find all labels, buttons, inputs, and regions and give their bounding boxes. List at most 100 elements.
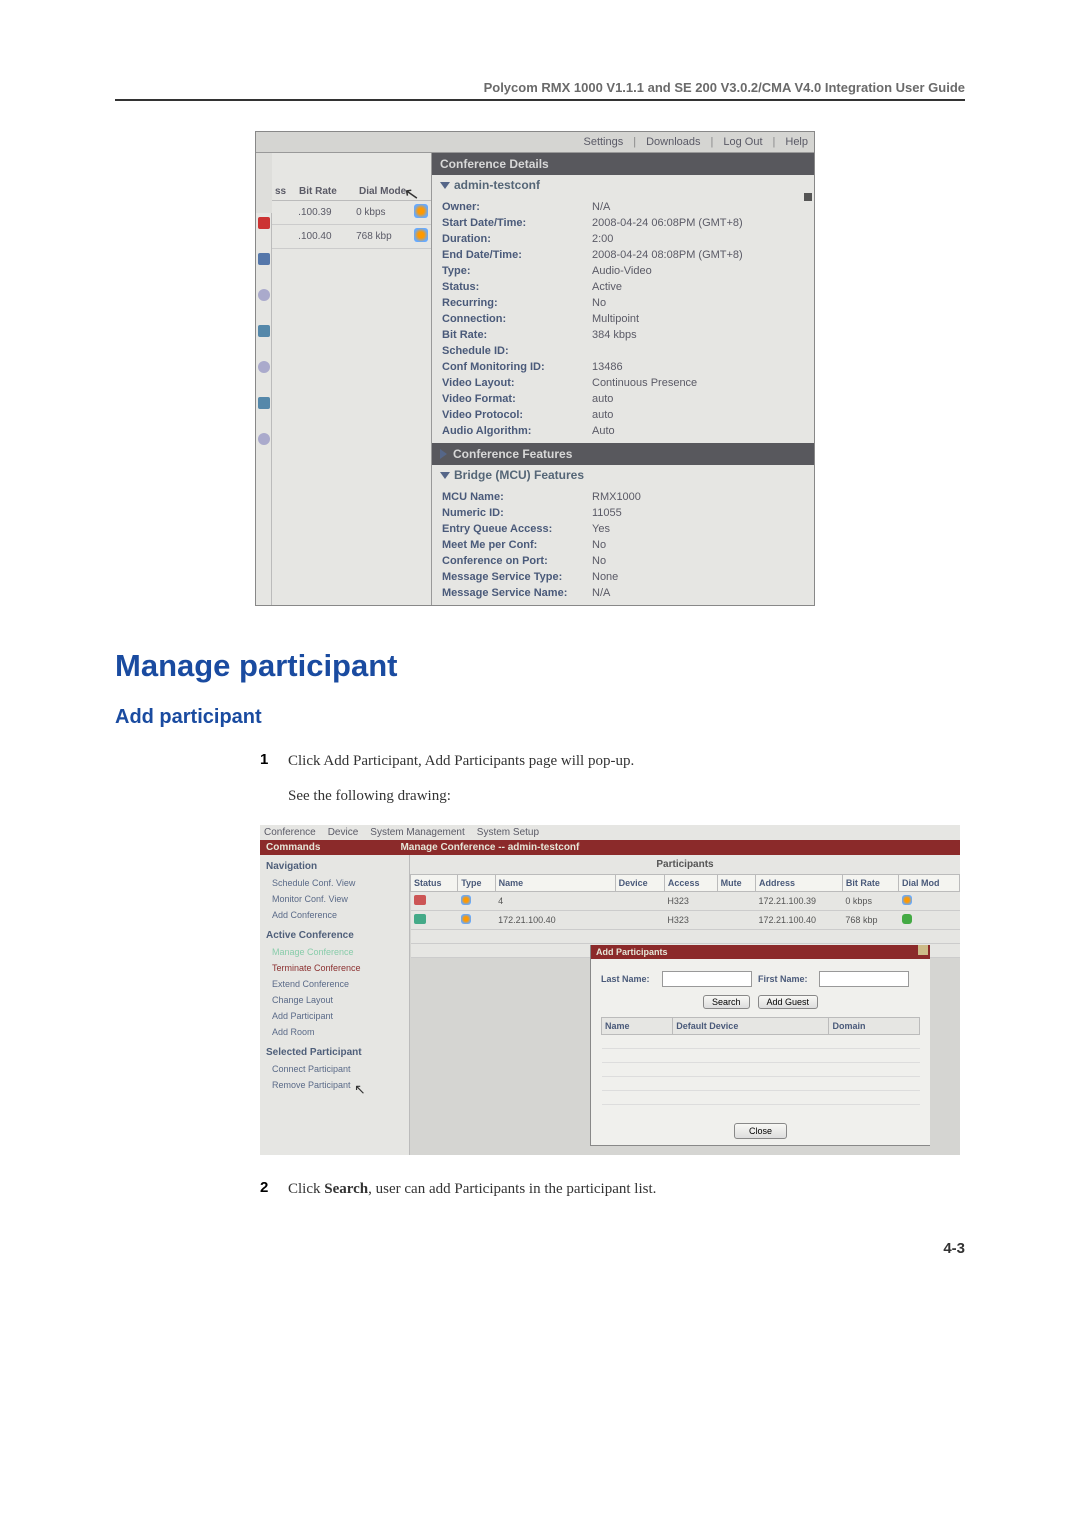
detail-label: Connection:: [442, 313, 592, 325]
help-link[interactable]: Help: [785, 136, 808, 148]
nav-add-participant[interactable]: Add Participant: [266, 1008, 403, 1024]
strip-icon[interactable]: [258, 433, 270, 445]
logout-link[interactable]: Log Out: [723, 136, 762, 148]
left-icon-strip: [256, 213, 272, 605]
strip-icon[interactable]: [258, 289, 270, 301]
conf-features-header[interactable]: Conference Features: [432, 443, 814, 465]
search-button[interactable]: Search: [703, 995, 750, 1009]
nav-connect-participant[interactable]: Connect Participant: [266, 1061, 403, 1077]
col-type[interactable]: Type: [458, 875, 495, 892]
tab-conference[interactable]: Conference: [264, 827, 316, 838]
cursor-icon: ↖: [354, 1081, 366, 1098]
left-grid-pane: ss Bit Rate Dial Mode .100.39 0 kbps .10…: [272, 153, 432, 605]
topbar-sep: |: [711, 136, 714, 148]
left-grid-row[interactable]: .100.40 768 kbp: [272, 225, 431, 249]
tab-system-management[interactable]: System Management: [370, 827, 465, 838]
detail-label: Video Layout:: [442, 377, 592, 389]
mcu-value: RMX1000: [592, 491, 804, 503]
nav-change-layout[interactable]: Change Layout: [266, 992, 403, 1008]
dial-icon: [902, 895, 912, 905]
detail-value: 2:00: [592, 233, 804, 245]
detail-value: auto: [592, 393, 804, 405]
nav-remove-participant[interactable]: Remove Participant: [266, 1077, 403, 1093]
mcu-header-row[interactable]: Bridge (MCU) Features: [432, 465, 814, 485]
dial-icon: [414, 204, 428, 218]
step-text: Click Add Participant, Add Participants …: [288, 751, 965, 772]
detail-row: Audio Algorithm:Auto: [432, 423, 814, 439]
screenshot-add-participants: Conference Device System Management Syst…: [260, 825, 960, 1155]
table-row[interactable]: 172.21.100.40 H323 172.21.100.40 768 kbp: [411, 911, 960, 930]
participants-header: Participants: [410, 855, 960, 874]
table-row[interactable]: 4 H323 172.21.100.39 0 kbps: [411, 892, 960, 911]
conf-details-header: Conference Details: [432, 153, 814, 175]
mcu-label: Message Service Name:: [442, 587, 592, 599]
add-guest-button[interactable]: Add Guest: [758, 995, 819, 1009]
detail-row: Status:Active: [432, 279, 814, 295]
popup-col-device[interactable]: Default Device: [673, 1018, 829, 1035]
detail-value: 2008-04-24 08:08PM (GMT+8): [592, 249, 804, 261]
nav-header: Navigation: [266, 858, 403, 875]
step-text-post: , user can add Participants in the parti…: [368, 1181, 656, 1197]
strip-icon[interactable]: [258, 217, 270, 229]
col-bitrate[interactable]: Bit Rate: [842, 875, 898, 892]
detail-row: Schedule ID:: [432, 343, 814, 359]
tab-device[interactable]: Device: [328, 827, 359, 838]
step-row: 2 Click Search, user can add Participant…: [260, 1179, 965, 1200]
close-button[interactable]: Close: [734, 1123, 787, 1139]
nav-manage-conf[interactable]: Manage Conference: [266, 944, 403, 960]
mcu-value: 11055: [592, 507, 804, 519]
strip-icon[interactable]: [258, 397, 270, 409]
popup-header: Add Participants: [591, 945, 930, 959]
detail-value: Auto: [592, 425, 804, 437]
detail-value: Active: [592, 281, 804, 293]
col-name[interactable]: Name: [495, 875, 615, 892]
redbar-title: Manage Conference -- admin-testconf: [400, 842, 579, 853]
settings-link[interactable]: Settings: [583, 136, 623, 148]
nav-add-room[interactable]: Add Room: [266, 1024, 403, 1040]
detail-row: Connection:Multipoint: [432, 311, 814, 327]
detail-value: 13486: [592, 361, 804, 373]
nav-schedule-conf[interactable]: Schedule Conf. View: [266, 875, 403, 891]
type-icon: [461, 895, 471, 905]
add-participants-popup: Add Participants Last Name: First Name: …: [590, 945, 930, 1146]
col-status[interactable]: Status: [411, 875, 458, 892]
col-mute[interactable]: Mute: [717, 875, 755, 892]
col-dialmode[interactable]: Dial Mod: [899, 875, 960, 892]
resize-icon[interactable]: [918, 945, 928, 955]
firstname-input[interactable]: [819, 971, 909, 987]
mcu-header-label: Bridge (MCU) Features: [454, 468, 584, 482]
detail-label: End Date/Time:: [442, 249, 592, 261]
nav-monitor-conf[interactable]: Monitor Conf. View: [266, 891, 403, 907]
col-device[interactable]: Device: [615, 875, 664, 892]
nav-add-conf[interactable]: Add Conference: [266, 907, 403, 923]
col-address[interactable]: Address: [755, 875, 842, 892]
mcu-detail-row: Entry Queue Access:Yes: [432, 521, 814, 537]
nav-terminate-conf[interactable]: Terminate Conference: [266, 960, 403, 976]
strip-icon[interactable]: [258, 253, 270, 265]
tab-system-setup[interactable]: System Setup: [477, 827, 539, 838]
cell-name: 4: [495, 892, 615, 911]
mcu-label: Numeric ID:: [442, 507, 592, 519]
strip-icon[interactable]: [258, 361, 270, 373]
downloads-link[interactable]: Downloads: [646, 136, 700, 148]
scroll-up-icon[interactable]: [804, 193, 812, 201]
popup-col-name[interactable]: Name: [602, 1018, 673, 1035]
chevron-down-icon: [440, 472, 450, 479]
conf-name: admin-testconf: [454, 178, 540, 192]
nav-extend-conf[interactable]: Extend Conference: [266, 976, 403, 992]
step-subtext: See the following drawing:: [288, 786, 965, 807]
detail-value: 2008-04-24 06:08PM (GMT+8): [592, 217, 804, 229]
conf-name-row[interactable]: admin-testconf: [432, 175, 814, 195]
col-access[interactable]: Access: [664, 875, 717, 892]
popup-col-domain[interactable]: Domain: [829, 1018, 920, 1035]
conf-features-label: Conference Features: [453, 447, 572, 461]
strip-icon[interactable]: [258, 325, 270, 337]
screenshot-conf-details: Settings | Downloads | Log Out | Help ss: [255, 131, 815, 606]
mcu-label: MCU Name:: [442, 491, 592, 503]
step-text-bold: Search: [324, 1181, 368, 1197]
detail-label: Recurring:: [442, 297, 592, 309]
lastname-input[interactable]: [662, 971, 752, 987]
mcu-detail-row: Message Service Name:N/A: [432, 585, 814, 601]
mcu-value: N/A: [592, 587, 804, 599]
redbar: Commands Manage Conference -- admin-test…: [260, 840, 960, 855]
